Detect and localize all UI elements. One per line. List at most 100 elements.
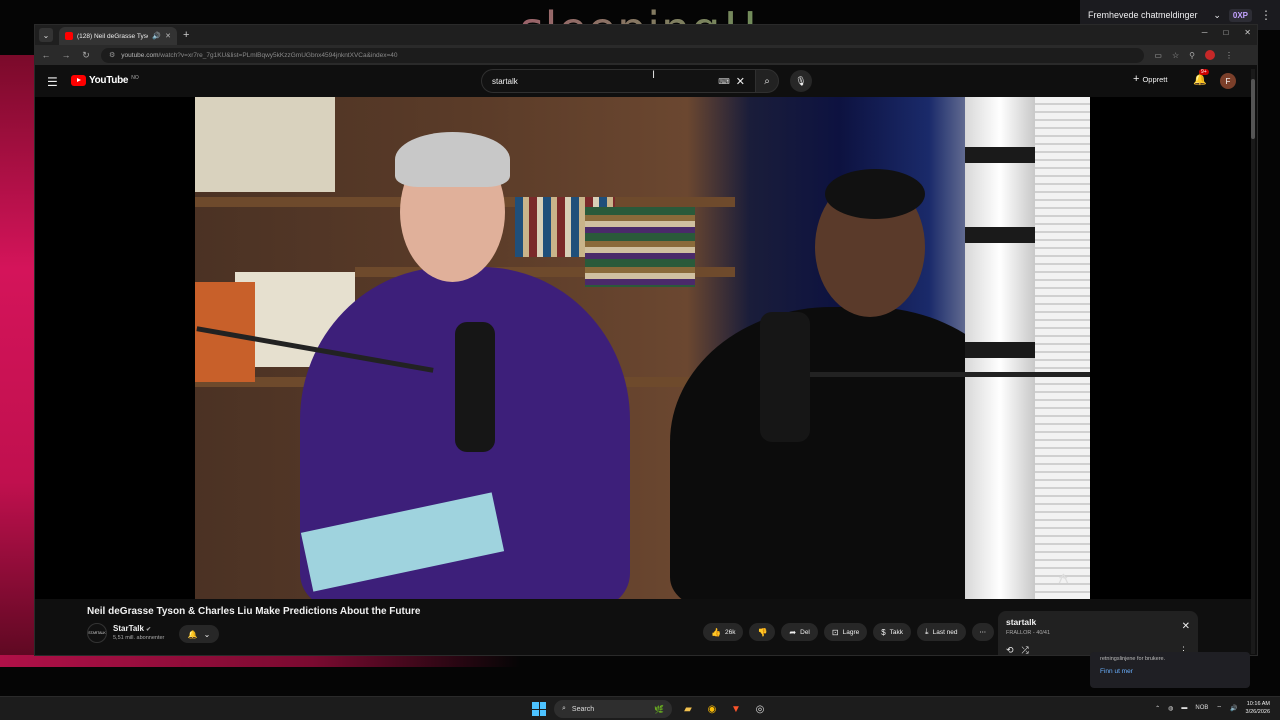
more-icon: ⋯ [979,629,987,636]
verified-icon: ✔ [145,627,152,633]
search-button[interactable]: ⌕ [755,69,779,93]
bookmark-star-icon[interactable]: ☆ [1172,51,1179,60]
reload-icon[interactable]: ↻ [81,50,91,61]
playlist-panel[interactable]: startalk FRALLOR - 40/41 ✕ ⟲ ⤮ ⋮ [998,611,1198,655]
country-code: NO [131,74,139,81]
subscribed-bell-button[interactable]: 🔔 ⌄ [179,625,219,643]
tab-list-button[interactable]: ⌄ [39,28,53,42]
voice-search-button[interactable]: 🎙 [790,70,812,92]
chevron-down-icon: ⌄ [203,629,211,639]
tray-app-icon[interactable]: ◍ [1168,705,1173,712]
youtube-favicon-icon [65,32,73,40]
shuffle-icon[interactable]: ⤮ [1022,645,1029,655]
channel-name[interactable]: StarTalk ✔ [113,624,151,633]
taskbar-search[interactable]: ⌕ Search 🌿 [554,700,672,718]
url-field[interactable]: ⚙ youtube.com/watch?v=xr7re_7g1KU&list=P… [101,47,1145,63]
download-icon: ⤓ [925,627,929,636]
more-actions-button[interactable]: ⋯ [971,623,995,641]
download-button[interactable]: ⤓ Last ned [917,623,966,641]
framed-print [195,97,335,192]
cast-icon[interactable]: ▭ [1154,51,1162,60]
profile-icon[interactable] [1205,50,1215,60]
loop-icon[interactable]: ⟲ [1006,645,1014,655]
wifi-icon[interactable]: ⌔ [1216,704,1222,712]
tab-youtube[interactable]: (128) Neil deGrasse Tyson & 🔊 ✕ [59,27,177,45]
video-frame[interactable]: ⍲ [195,97,1090,599]
video-player[interactable]: ⍲ [35,97,1251,599]
page-scrollbar[interactable] [1251,69,1255,654]
chrome-icon[interactable]: ◉ [704,701,720,717]
minimize-icon[interactable]: ─ [1202,28,1208,37]
browser-menu-icon[interactable]: ⋮ [1225,51,1233,60]
taskbar-apps: ⌕ Search 🌿 ▰ ◉ ▼ ◎ [532,700,768,718]
bell-icon: 🔔 [187,629,198,639]
kebab-icon[interactable]: ⋮ [1260,8,1272,22]
brave-icon[interactable]: ▼ [728,701,744,717]
clear-search-icon[interactable]: ✕ [736,75,745,88]
chevron-down-icon[interactable]: ⌄ [1213,10,1221,21]
close-window-icon[interactable]: ✕ [1244,28,1251,37]
search-query[interactable]: startalk [492,77,718,86]
account-avatar[interactable]: F [1220,73,1236,89]
host-right-hair [825,169,925,219]
save-button[interactable]: ⊡ Lagre [823,623,868,641]
share-label: Del [800,628,810,636]
maximize-icon[interactable]: □ [1223,28,1228,37]
search-input[interactable]: startalk ⌨ ✕ [481,69,755,93]
back-icon[interactable]: ← [41,50,51,60]
playlist-controls: ⟲ ⤮ [1006,645,1029,655]
clock[interactable]: 10:16 AM 3/26/2026 [1246,700,1270,716]
tray-language[interactable]: NOB [1195,705,1208,711]
chat-panel-title[interactable]: Fremhevede chatmeldinger [1088,10,1205,20]
microphone-icon: 🎙 [795,75,807,86]
site-info-icon[interactable]: ⚙ [109,51,115,59]
file-explorer-icon[interactable]: ▰ [680,701,696,717]
notifications-button[interactable]: 🔔 9+ [1193,69,1209,86]
url-host: youtube.com [121,51,159,59]
xp-badge: 0XP [1228,8,1252,22]
taskbar: ⌕ Search 🌿 ▰ ◉ ▼ ◎ ⌃ ◍ ▬ NOB ⌔ 🔊 10:16 A… [0,696,1280,720]
create-button[interactable]: + Opprett [1133,73,1167,85]
screen: sleeping!! Fremhevede chatmeldinger ⌄ 0X… [0,0,1280,720]
obs-icon[interactable]: ◎ [752,701,768,717]
close-tab-icon[interactable]: ✕ [165,32,171,40]
hamburger-menu-icon[interactable]: ☰ [47,75,58,89]
channel-name-text[interactable]: StarTalk [113,624,144,633]
tab-bar: ⌄ (128) Neil deGrasse Tyson & 🔊 ✕ + ─ □ … [35,25,1257,45]
tray-app-icon[interactable]: ▬ [1181,705,1187,711]
start-windows-icon[interactable] [532,702,546,716]
mic-boom-arm [795,372,1090,377]
share-button[interactable]: ➦ Del [781,623,818,641]
books [585,207,695,287]
close-playlist-icon[interactable]: ✕ [1182,621,1190,632]
tab-title: (128) Neil deGrasse Tyson & [77,32,148,40]
channel-avatar[interactable]: STARTALK [87,623,107,643]
save-label: Lagre [842,628,860,636]
search-icon: ⌕ [764,75,770,87]
playlist-title[interactable]: startalk [1006,617,1190,627]
url-path: /watch?v=xr7re_7g1KU&list=PLmlBqwy5kKzzG… [158,51,398,59]
speaker-icon[interactable]: 🔊 [152,32,161,40]
subscriber-count: 5,51 mill. abonnenter [113,635,165,641]
thanks-button[interactable]: $ Takk [873,623,912,641]
volume-icon[interactable]: 🔊 [1230,705,1237,712]
dislike-button[interactable]: 👎 [749,623,776,641]
forward-icon[interactable]: → [61,50,71,60]
notification-text: retningslinjene for brukere. [1100,656,1166,662]
pink-glow-left [0,55,36,665]
bell-icon: 🔔 [1193,74,1207,86]
scrollbar-thumb[interactable] [1251,79,1255,139]
address-bar-row: ← → ↻ ⚙ youtube.com/watch?v=xr7re_7g1KU&… [35,45,1257,65]
thumbs-up-icon: 👍 [711,627,721,637]
thanks-label: Takk [889,628,904,636]
host-left-hair [395,132,510,187]
youtube-logo[interactable]: YouTube NO [71,75,139,86]
search-icon: ⌕ [562,705,566,712]
tray-chevron-icon[interactable]: ⌃ [1155,705,1160,712]
notification-link[interactable]: Finn ut mer [1100,668,1240,675]
like-button[interactable]: 👍 26k [703,623,744,641]
extensions-icon[interactable]: ⚲ [1189,51,1195,60]
playlist-meta: FRALLOR - 40/41 [1006,630,1051,636]
keyboard-icon[interactable]: ⌨ [718,77,730,86]
new-tab-icon[interactable]: + [183,29,189,41]
